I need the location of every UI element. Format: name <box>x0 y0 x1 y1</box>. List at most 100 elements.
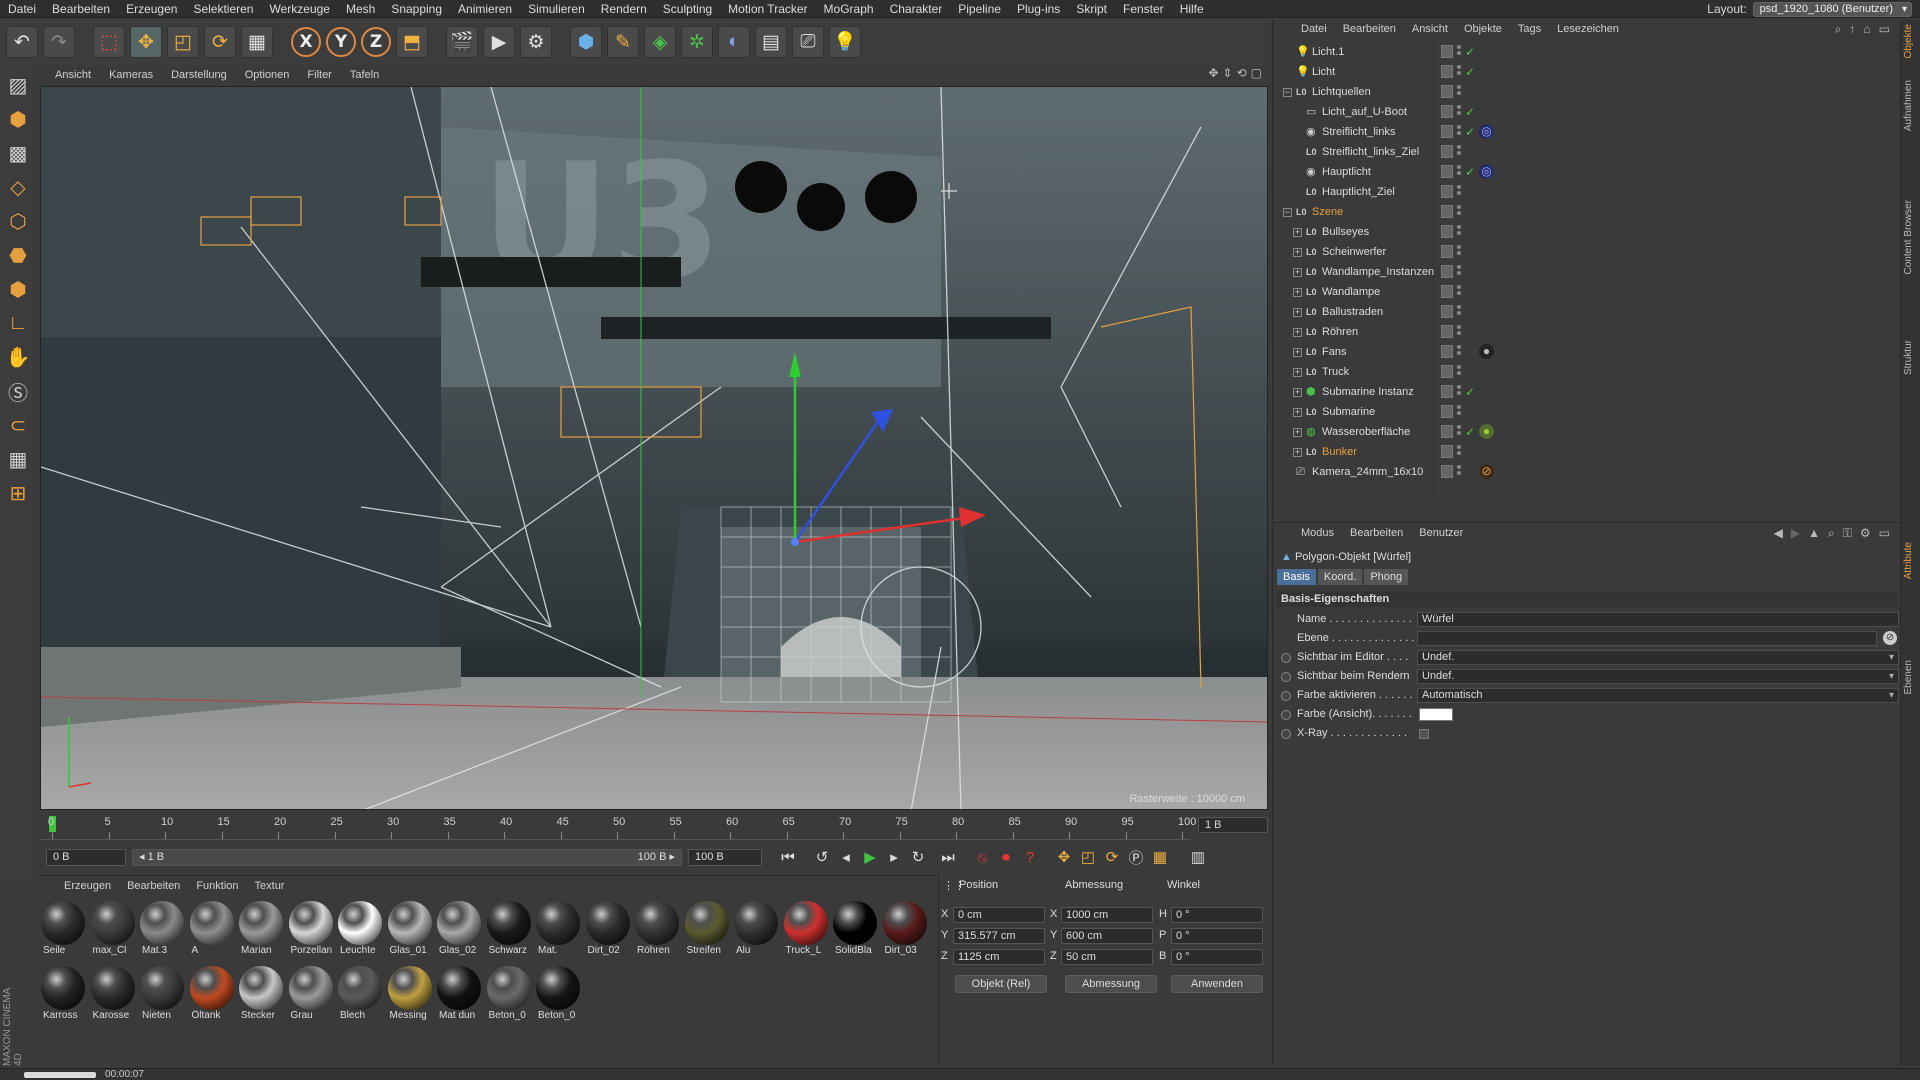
edges-mode-icon[interactable]: ⬣ <box>2 240 34 270</box>
layer-toggle[interactable] <box>1441 365 1453 378</box>
x-axis-button[interactable]: X <box>291 27 321 57</box>
material-swatch[interactable]: Röhren <box>634 900 680 960</box>
visibility-dots[interactable] <box>1457 425 1462 439</box>
viewport-menu-item[interactable]: Filter <box>298 69 340 81</box>
visibility-dots[interactable] <box>1457 465 1462 479</box>
material-swatch[interactable]: Blech <box>337 965 383 1025</box>
material-swatch[interactable]: Öltank <box>189 965 235 1025</box>
object-row[interactable]: 💡 Licht ✓ <box>1273 62 1901 82</box>
back-arrow-icon[interactable]: ◀ <box>1774 526 1783 541</box>
zoom-icon[interactable]: ⇕ <box>1223 66 1233 80</box>
record-position-icon[interactable]: ✥ <box>1052 845 1076 869</box>
prev-frame-icon[interactable]: ◂ <box>834 845 858 869</box>
cube-icon[interactable]: ⬢ <box>570 26 602 58</box>
pick-layer-icon[interactable]: ⊘ <box>1883 631 1897 645</box>
lock-workplane-icon[interactable]: ⊞ <box>2 478 34 508</box>
object-menu-item[interactable]: Lesezeichen <box>1549 23 1627 35</box>
render-settings-icon[interactable]: ⚙ <box>520 26 552 58</box>
object-row[interactable]: + L0 Scheinwerfer <box>1273 242 1901 262</box>
attribute-menu-item[interactable]: Bearbeiten <box>1342 527 1411 539</box>
menu-item-3[interactable]: Selektieren <box>185 0 261 18</box>
magnet-icon[interactable]: ⊂ <box>2 410 34 440</box>
side-tab[interactable]: Content Browser <box>1903 200 1919 274</box>
render-view-icon[interactable]: 🎬 <box>446 26 478 58</box>
layer-toggle[interactable] <box>1441 445 1453 458</box>
object-row[interactable]: + ⬢ Submarine Instanz ✓ <box>1273 382 1901 402</box>
expand-toggle-icon[interactable]: + <box>1293 388 1302 397</box>
object-row[interactable]: + L0 Bullseyes <box>1273 222 1901 242</box>
texture-mode-icon[interactable]: ▩ <box>2 138 34 168</box>
current-frame-field[interactable]: 1 B <box>1198 817 1268 833</box>
material-swatch[interactable]: Nieten <box>139 965 185 1025</box>
timeline-ruler[interactable]: 0 5 10 15 20 25 30 35 40 45 50 55 60 65 70 75 80 85 90 95 10… <box>40 812 1196 840</box>
object-row[interactable]: + L0 Truck <box>1273 362 1901 382</box>
side-tab[interactable]: Struktur <box>1903 340 1919 375</box>
coord-pos-field[interactable]: 1125 cm <box>953 949 1045 965</box>
enabled-check-icon[interactable]: ✓ <box>1465 102 1475 122</box>
menu-item-11[interactable]: Motion Tracker <box>720 0 815 18</box>
cloner-icon[interactable]: ✲ <box>681 26 713 58</box>
material-swatch[interactable]: Karross <box>40 965 86 1025</box>
animate-radio[interactable] <box>1281 653 1291 663</box>
visibility-dots[interactable] <box>1457 245 1462 259</box>
material-swatch[interactable]: Beton_0 <box>486 965 532 1025</box>
visibility-dots[interactable] <box>1457 445 1462 459</box>
visibility-dots[interactable] <box>1457 65 1462 79</box>
attribute-dropdown[interactable]: Undef. <box>1417 669 1899 684</box>
material-swatch[interactable]: Beton_0 <box>535 965 581 1025</box>
material-swatch[interactable]: SolidBla <box>832 900 878 960</box>
coord-ang-field[interactable]: 0 ° <box>1171 907 1263 923</box>
layer-toggle[interactable] <box>1441 465 1453 478</box>
material-swatch[interactable]: Streifen <box>684 900 730 960</box>
layer-toggle[interactable] <box>1441 265 1453 278</box>
material-swatch[interactable]: Schwarz <box>486 900 532 960</box>
redo-icon[interactable]: ↷ <box>43 26 75 58</box>
visibility-dots[interactable] <box>1457 225 1462 239</box>
pen-icon[interactable]: ✎ <box>607 26 639 58</box>
coord-pos-field[interactable]: 0 cm <box>953 907 1045 923</box>
visibility-dots[interactable] <box>1457 305 1462 319</box>
side-tab[interactable]: Ebenen <box>1903 660 1919 694</box>
object-name[interactable]: Hauptlicht_Ziel <box>1322 182 1395 202</box>
orbit-icon[interactable]: ⟲ <box>1237 66 1247 80</box>
object-row[interactable]: ◉ Streiflicht_links ✓ ◎ <box>1273 122 1901 142</box>
expand-toggle-icon[interactable]: + <box>1293 408 1302 417</box>
menu-item-16[interactable]: Skript <box>1068 0 1115 18</box>
menu-item-13[interactable]: Charakter <box>882 0 951 18</box>
up-arrow-icon[interactable]: ▲ <box>1808 526 1820 541</box>
home-icon[interactable]: ⌂ <box>1863 22 1870 37</box>
visibility-dots[interactable] <box>1457 345 1462 359</box>
record-rotation-icon[interactable]: ⟳ <box>1100 845 1124 869</box>
material-swatch[interactable]: A <box>189 900 235 960</box>
tag-material-icon[interactable]: ● <box>1479 344 1494 359</box>
material-swatch[interactable]: Karosse <box>90 965 136 1025</box>
attribute-input[interactable] <box>1417 631 1877 646</box>
material-swatch[interactable]: Mat. <box>535 900 581 960</box>
material-swatch[interactable]: Stecker <box>238 965 284 1025</box>
menu-item-17[interactable]: Fenster <box>1115 0 1172 18</box>
material-swatch[interactable]: max_Cl <box>90 900 136 960</box>
object-row[interactable]: + L0 Submarine <box>1273 402 1901 422</box>
animate-radio[interactable] <box>1281 729 1291 739</box>
viewport-menu-item[interactable]: Tafeln <box>341 69 388 81</box>
expand-toggle-icon[interactable]: + <box>1293 268 1302 277</box>
object-row[interactable]: + L0 Wandlampe_Instanzen <box>1273 262 1901 282</box>
coord-size-mode-select[interactable]: Abmessung <box>1065 975 1157 993</box>
timeline[interactable]: 0 5 10 15 20 25 30 35 40 45 50 55 60 65 70 75 80 85 90 95 10… <box>40 812 1268 840</box>
animate-radio[interactable] <box>1281 710 1291 720</box>
snap-icon[interactable]: Ⓢ <box>2 376 34 406</box>
coord-dim-field[interactable]: 50 cm <box>1061 949 1153 965</box>
layer-toggle[interactable] <box>1441 405 1453 418</box>
next-key-icon[interactable]: ↻ <box>906 845 930 869</box>
material-swatch[interactable]: Porzellan <box>288 900 334 960</box>
material-swatch[interactable]: Alu <box>733 900 779 960</box>
coord-mode-select[interactable]: Objekt (Rel) <box>955 975 1047 993</box>
menu-item-4[interactable]: Werkzeuge <box>261 0 337 18</box>
material-swatch[interactable]: Truck_L <box>783 900 829 960</box>
layer-toggle[interactable] <box>1441 165 1453 178</box>
model-mode-icon[interactable]: ⬢ <box>2 104 34 134</box>
layer-toggle[interactable] <box>1441 225 1453 238</box>
workplane-grid-icon[interactable]: ▦ <box>2 444 34 474</box>
tag-protect-icon[interactable]: ⊘ <box>1479 464 1494 479</box>
material-swatch[interactable]: Leuchte <box>337 900 383 960</box>
